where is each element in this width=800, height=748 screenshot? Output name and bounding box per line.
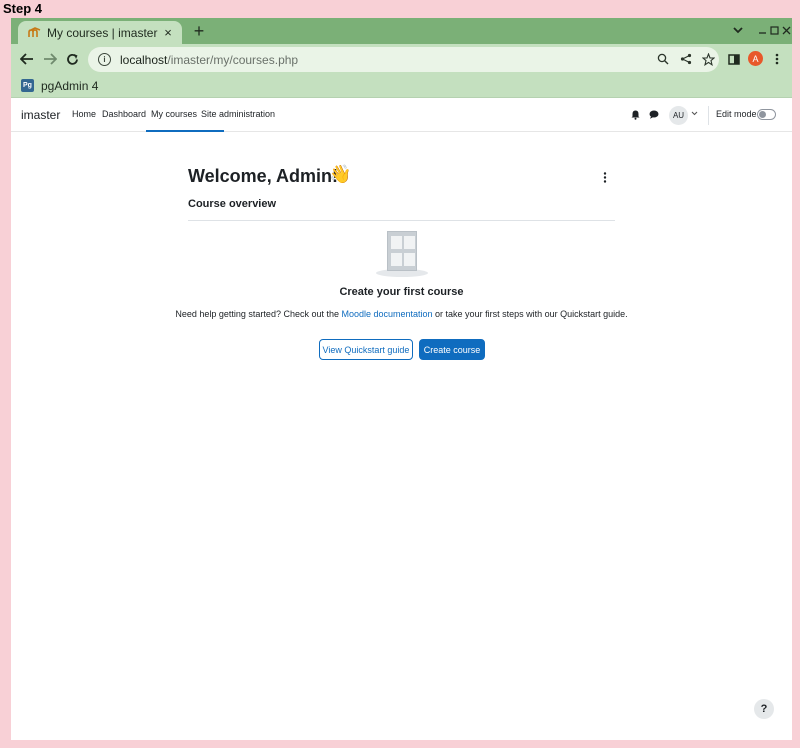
moodle-favicon-icon (28, 26, 41, 39)
share-icon[interactable] (678, 51, 694, 67)
profile-avatar[interactable]: A (748, 51, 763, 66)
nav-site-administration[interactable]: Site administration (201, 109, 275, 119)
empty-state-help-text: Need help getting started? Check out the… (175, 309, 628, 319)
active-nav-indicator (146, 130, 224, 132)
moodle-documentation-link[interactable]: Moodle documentation (341, 309, 432, 319)
user-menu-chevron-down-icon[interactable] (691, 109, 698, 118)
browser-tab-my-courses[interactable]: My courses | imaster × (18, 21, 182, 44)
create-course-button[interactable]: Create course (419, 339, 485, 360)
page-actions-kebab-icon[interactable] (601, 170, 609, 184)
edit-mode-toggle-knob (759, 111, 766, 118)
bookmark-star-icon[interactable] (700, 51, 716, 67)
notification-bell-icon[interactable] (629, 108, 642, 121)
close-window-icon[interactable] (778, 22, 792, 38)
empty-courses-illustration (376, 231, 428, 278)
illustration-card (404, 236, 415, 249)
bookmarks-bar: Pg pgAdmin 4 (11, 74, 792, 98)
navbar-divider (708, 106, 709, 125)
nav-dashboard[interactable]: Dashboard (102, 109, 146, 119)
tab-title: My courses | imaster (47, 25, 158, 40)
edit-mode-toggle[interactable] (757, 109, 776, 120)
pgadmin-icon: Pg (21, 79, 34, 92)
site-brand[interactable]: imaster (21, 108, 60, 122)
new-tab-button[interactable]: + (189, 21, 209, 41)
back-arrow-icon[interactable] (18, 50, 36, 68)
browser-window: My courses | imaster × + i localhost/ima… (11, 18, 792, 740)
nav-my-courses[interactable]: My courses (151, 109, 197, 119)
illustration-board (387, 231, 417, 271)
help-button[interactable]: ? (754, 699, 774, 719)
tab-close-icon[interactable]: × (160, 25, 176, 41)
illustration-card (391, 253, 402, 266)
course-overview-divider (188, 220, 615, 221)
address-bar[interactable]: i localhost/imaster/my/courses.php (88, 47, 719, 72)
edit-mode-label: Edit mode (716, 109, 757, 119)
reload-icon[interactable] (63, 50, 81, 68)
forward-arrow-icon[interactable] (41, 50, 59, 68)
site-info-icon[interactable]: i (98, 53, 111, 66)
user-avatar[interactable]: AU (669, 106, 688, 125)
bookmark-pgadmin[interactable]: pgAdmin 4 (41, 79, 98, 93)
zoom-icon[interactable] (655, 51, 671, 67)
tab-search-chevron-icon[interactable] (730, 22, 746, 38)
course-overview-heading: Course overview (188, 198, 277, 210)
waving-hand-icon: 👋 (329, 164, 352, 184)
url-text: localhost/imaster/my/courses.php (120, 52, 299, 67)
tab-strip: My courses | imaster × + (11, 18, 792, 44)
illustration-card (391, 236, 402, 249)
nav-home[interactable]: Home (72, 109, 96, 119)
site-navbar: imaster Home Dashboard My courses Site a… (11, 98, 792, 132)
step-label: Step 4 (3, 1, 43, 16)
illustration-card (404, 253, 415, 266)
page-title: Welcome, Admin! (188, 166, 339, 186)
browser-menu-icon[interactable] (769, 51, 785, 67)
empty-state-title: Create your first course (339, 286, 464, 298)
browser-toolbar: i localhost/imaster/my/courses.php A (11, 44, 792, 74)
view-quickstart-guide-button[interactable]: View Quickstart guide (319, 339, 413, 360)
side-panel-icon[interactable] (726, 51, 742, 67)
messages-icon[interactable] (647, 108, 660, 121)
